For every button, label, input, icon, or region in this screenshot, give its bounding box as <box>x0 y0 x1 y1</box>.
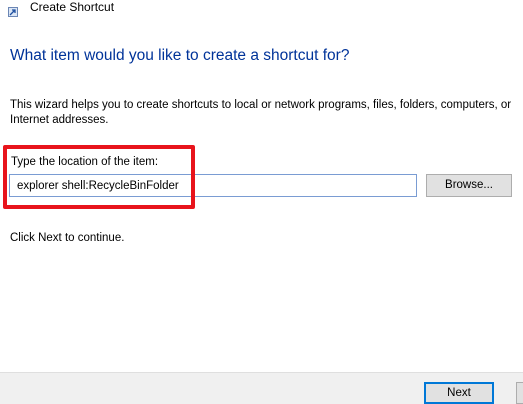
browse-button[interactable]: Browse... <box>426 174 512 197</box>
wizard-description: This wizard helps you to create shortcut… <box>10 99 512 126</box>
next-button[interactable]: Next <box>424 382 494 404</box>
shortcut-wizard-icon <box>8 4 18 17</box>
location-input[interactable] <box>9 174 417 197</box>
page-title: What item would you like to create a sho… <box>10 47 350 64</box>
window-title: Create Shortcut <box>30 0 115 14</box>
continue-instruction: Click Next to continue. <box>10 232 125 244</box>
title-bar: Create Shortcut <box>0 0 523 17</box>
cancel-button[interactable] <box>516 382 523 404</box>
location-label: Type the location of the item: <box>11 156 159 168</box>
